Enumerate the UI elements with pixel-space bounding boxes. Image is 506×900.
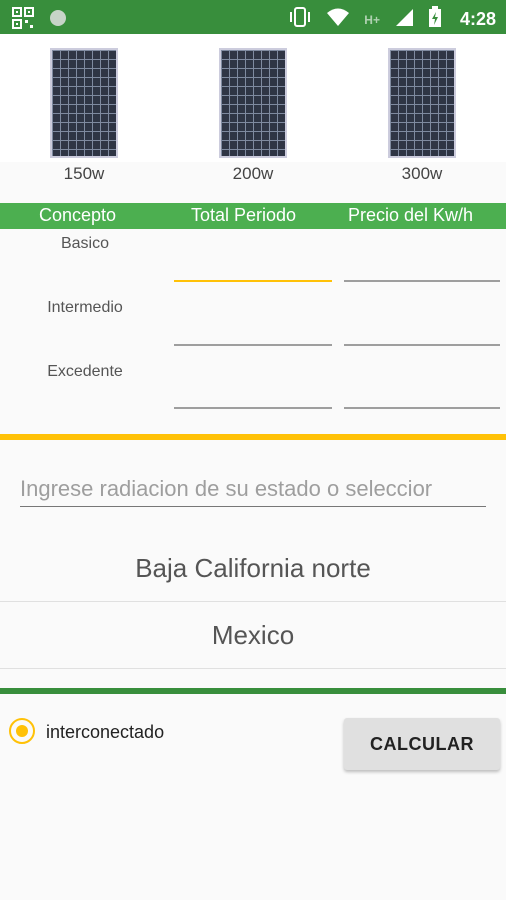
battery-icon <box>428 6 442 33</box>
basico-precio-input[interactable] <box>344 280 500 282</box>
header-concepto: Concepto <box>39 205 117 225</box>
excedente-total-input[interactable] <box>174 407 332 409</box>
country-spinner[interactable]: Mexico <box>0 602 506 669</box>
radio-selected-dot <box>16 725 28 737</box>
divider-yellow <box>0 434 506 440</box>
intermedio-precio-input[interactable] <box>344 344 500 346</box>
basico-total-input[interactable] <box>174 280 332 282</box>
panel-label-150w: 150w <box>63 164 105 183</box>
calcular-button[interactable]: CALCULAR <box>344 718 500 770</box>
vibrate-icon <box>288 6 312 33</box>
solar-panel-150w[interactable] <box>50 48 118 158</box>
header-precio-kwh: Precio del Kw/h <box>348 205 474 225</box>
clock: 4:28 <box>459 9 496 29</box>
row-label-excedente: Excedente <box>47 363 123 380</box>
status-bar: H+ 4:28 <box>0 0 506 34</box>
header-total-periodo: Total Periodo <box>191 205 297 225</box>
table-header: Concepto Total Periodo Precio del Kw/h <box>0 203 506 229</box>
radiation-input[interactable]: Ingrese radiacion de su estado o selecci… <box>20 472 486 507</box>
row-label-intermedio: Intermedio <box>47 299 123 316</box>
circle-icon <box>48 8 68 33</box>
wifi-icon <box>326 7 350 32</box>
signal-icon <box>394 7 414 32</box>
row-label-basico: Basico <box>60 235 110 252</box>
network-type-label: H+ <box>364 12 380 27</box>
panel-label-200w: 200w <box>232 164 274 183</box>
panel-label-300w: 300w <box>401 164 443 183</box>
interconectado-radio[interactable] <box>9 718 35 744</box>
qr-code-icon <box>12 7 34 34</box>
solar-panel-300w[interactable] <box>388 48 456 158</box>
state-spinner[interactable]: Baja California norte <box>0 535 506 602</box>
intermedio-total-input[interactable] <box>174 344 332 346</box>
interconectado-label[interactable]: interconectado <box>46 722 164 743</box>
divider-green <box>0 688 506 694</box>
solar-panel-200w[interactable] <box>219 48 287 158</box>
excedente-precio-input[interactable] <box>344 407 500 409</box>
